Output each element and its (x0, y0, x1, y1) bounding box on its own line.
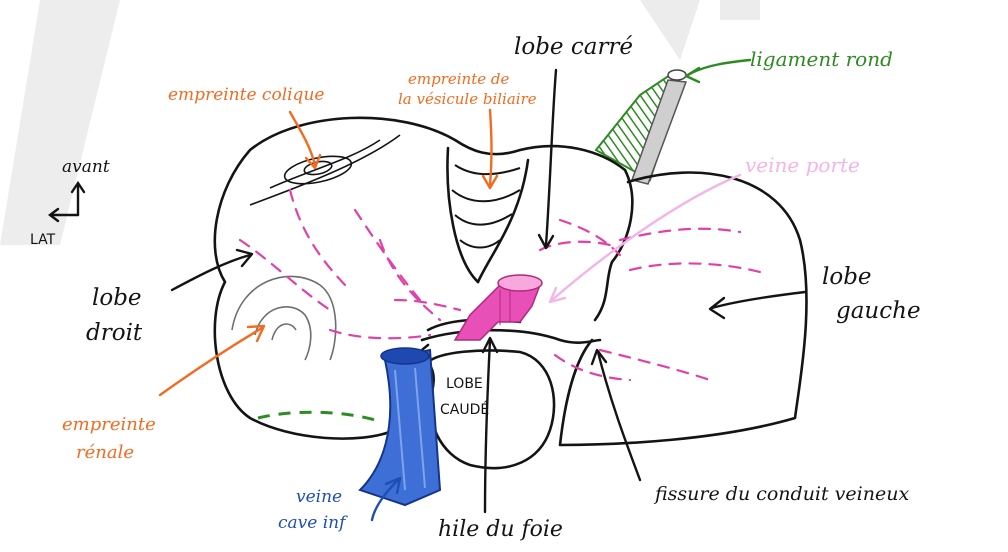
label-empreinte-renale-1: empreinte (62, 414, 156, 435)
label-lobe-droit-1: lobe (92, 285, 142, 311)
label-lobe-gauche-1: lobe (822, 264, 872, 290)
renal-impression (231, 275, 337, 361)
gallbladder-lines (451, 164, 521, 249)
diagram-canvas: lobe carré ligament rond empreinte coliq… (0, 0, 1008, 552)
label-lobe-caude-1: LOBE (446, 376, 483, 392)
colic-impression (249, 134, 401, 206)
label-empreinte-vesicule-1: empreinte de (408, 70, 509, 88)
liver-diagram: lobe carré ligament rond empreinte coliq… (0, 0, 921, 542)
label-hile: hile du foie (438, 517, 563, 542)
label-veine-cave-1: veine (296, 487, 342, 507)
label-lobe-droit-2: droit (86, 320, 143, 346)
label-ligament-rond: ligament rond (750, 47, 893, 71)
label-lat: LAT (30, 232, 56, 248)
pointer-arrows (158, 58, 807, 522)
label-empreinte-vesicule-2: la vésicule biliaire (398, 90, 537, 108)
label-lobe-carre: lobe carré (514, 34, 633, 60)
ligament-rond (594, 69, 688, 185)
label-veine-cave-2: cave inf (278, 513, 348, 533)
label-avant: avant (62, 157, 110, 177)
label-empreinte-renale-2: rénale (76, 442, 134, 463)
label-empreinte-colique: empreinte colique (168, 85, 324, 105)
label-fissure: fissure du conduit veineux (653, 483, 909, 505)
label-veine-porte: veine porte (745, 153, 860, 177)
label-lobe-gauche-2: gauche (836, 298, 921, 324)
green-dashed-line (257, 410, 376, 422)
label-lobe-caude-2: CAUDÉ (440, 401, 489, 418)
